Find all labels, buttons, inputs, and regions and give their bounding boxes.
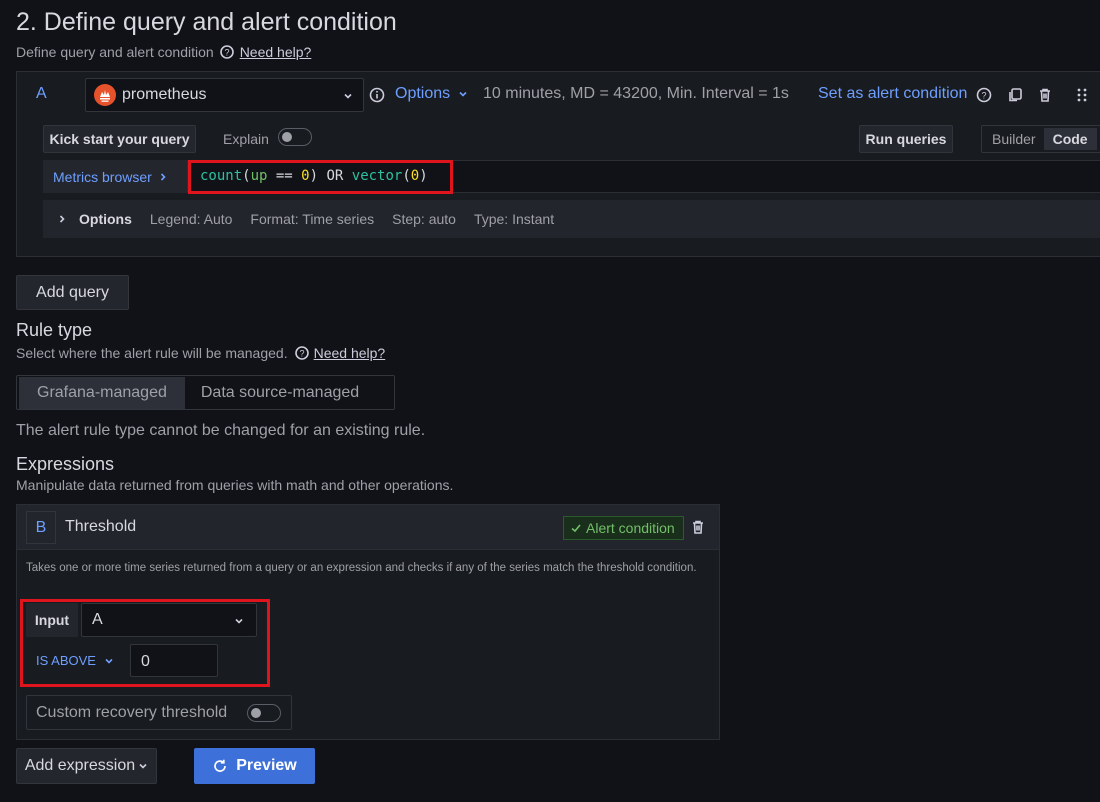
- chevron-right-icon: [160, 172, 166, 181]
- add-expression-button[interactable]: Add expression: [16, 748, 157, 784]
- code-mode-button[interactable]: Code: [1043, 128, 1097, 150]
- query-panel: A prometheus Options 10 minutes, MD = 43…: [16, 71, 1100, 257]
- add-query-button[interactable]: Add query: [16, 275, 129, 310]
- preview-label: Preview: [236, 757, 297, 774]
- chevron-down-icon: [344, 93, 352, 99]
- expressions-desc: Manipulate data returned from queries wi…: [16, 477, 454, 493]
- grafana-managed-option[interactable]: Grafana-managed: [19, 376, 185, 409]
- help-icon[interactable]: ?: [976, 87, 992, 103]
- expression-ref[interactable]: B: [26, 511, 56, 544]
- trash-icon[interactable]: [1037, 87, 1053, 103]
- run-queries-button[interactable]: Run queries: [859, 125, 953, 153]
- add-expression-label: Add expression: [24, 757, 136, 774]
- explain-toggle[interactable]: [278, 128, 312, 146]
- need-help-link[interactable]: Need help?: [240, 44, 312, 60]
- subtitle-text: Define query and alert condition: [16, 44, 214, 60]
- rule-type-desc: Select where the alert rule will be mana…: [16, 345, 385, 361]
- duplicate-icon[interactable]: [1007, 87, 1023, 103]
- format-setting: Format: Time series: [250, 211, 375, 227]
- rule-type-desc-text: Select where the alert rule will be mana…: [16, 345, 288, 361]
- query-options-row[interactable]: Options Legend: Auto Format: Time series…: [43, 200, 1100, 238]
- chevron-down-icon: [459, 91, 467, 97]
- trash-icon[interactable]: [690, 519, 706, 535]
- metrics-browser-label: Metrics browser: [53, 168, 152, 185]
- step-setting: Step: auto: [392, 211, 456, 227]
- expressions-title: Expressions: [16, 454, 115, 474]
- chevron-right-icon: [59, 215, 65, 223]
- custom-recovery-toggle[interactable]: [247, 704, 281, 722]
- rule-type-note: The alert rule type cannot be changed fo…: [16, 422, 426, 439]
- svg-text:?: ?: [981, 91, 986, 101]
- prometheus-icon: [94, 84, 116, 106]
- editor-mode-switch: Builder Code: [981, 125, 1100, 153]
- chevron-down-icon: [139, 763, 147, 769]
- info-icon: [369, 87, 385, 103]
- alert-condition-badge: Alert condition: [563, 516, 684, 540]
- query-ref[interactable]: A: [36, 85, 47, 103]
- legend-setting: Legend: Auto: [149, 211, 233, 227]
- options-toggle[interactable]: Options: [395, 85, 468, 103]
- custom-recovery-label: Custom recovery threshold: [36, 704, 228, 721]
- kick-start-button[interactable]: Kick start your query: [43, 125, 196, 153]
- highlight-box: [20, 599, 270, 687]
- section-subtitle: Define query and alert condition ? Need …: [16, 44, 311, 60]
- threshold-description: Takes one or more time series returned f…: [26, 562, 697, 574]
- help-icon: ?: [294, 346, 309, 360]
- options-summary: 10 minutes, MD = 43200, Min. Interval = …: [483, 85, 789, 102]
- expression-type: Threshold: [65, 518, 137, 535]
- rule-type-switch: Grafana-managed Data source-managed: [16, 375, 395, 410]
- threshold-card-header: B Threshold Alert condition: [17, 505, 719, 550]
- set-alert-condition-button[interactable]: Set as alert condition: [818, 85, 967, 103]
- options-row-label: Options: [79, 211, 132, 227]
- datasource-name: prometheus: [122, 86, 207, 103]
- section-title: 2. Define query and alert condition: [16, 8, 397, 36]
- datasource-managed-option[interactable]: Data source-managed: [185, 377, 375, 409]
- builder-mode-button[interactable]: Builder: [984, 131, 1044, 147]
- metrics-browser-button[interactable]: Metrics browser: [43, 160, 187, 193]
- svg-text:?: ?: [224, 48, 229, 58]
- explain-label: Explain: [223, 131, 269, 147]
- svg-text:?: ?: [299, 349, 304, 359]
- rule-type-help-link[interactable]: Need help?: [314, 345, 386, 361]
- preview-button[interactable]: Preview: [194, 748, 315, 784]
- refresh-icon: [214, 759, 227, 772]
- threshold-card: B Threshold Alert condition Takes one or…: [16, 504, 720, 740]
- rule-type-title: Rule type: [16, 320, 93, 340]
- type-setting: Type: Instant: [473, 211, 555, 227]
- highlight-box: [188, 160, 453, 194]
- custom-recovery-row: Custom recovery threshold: [26, 695, 292, 730]
- badge-label: Alert condition: [586, 520, 675, 536]
- help-icon: ?: [219, 45, 234, 59]
- drag-handle-icon[interactable]: [1076, 87, 1088, 103]
- options-label: Options: [395, 85, 451, 102]
- datasource-select[interactable]: prometheus: [85, 78, 364, 112]
- check-icon: [571, 524, 581, 533]
